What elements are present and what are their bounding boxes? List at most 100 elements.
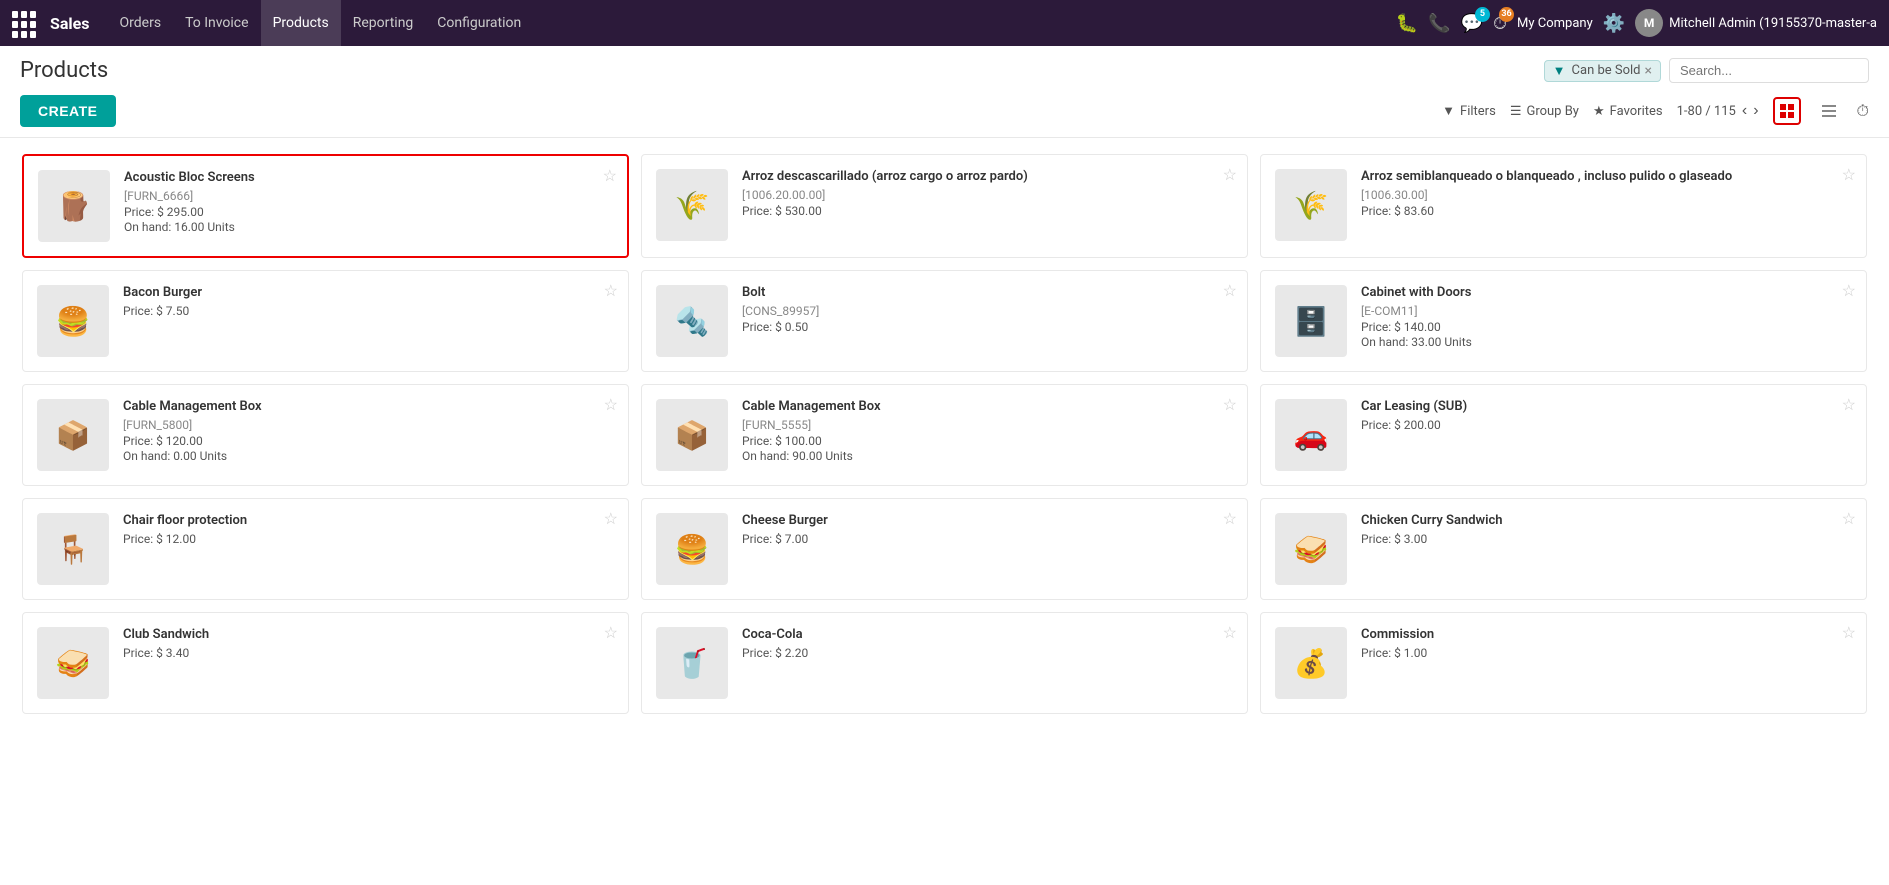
user-menu[interactable]: M Mitchell Admin (19155370-master-a	[1635, 9, 1877, 37]
filters-button[interactable]: ▼ Filters	[1442, 103, 1496, 119]
product-info: Arroz descascarillado (arroz cargo o arr…	[742, 169, 1233, 219]
create-button[interactable]: CREATE	[20, 95, 116, 127]
groupby-label: Group By	[1526, 104, 1579, 119]
groupby-button[interactable]: ☰ Group By	[1510, 104, 1579, 119]
favorite-star-button[interactable]: ☆	[1842, 623, 1856, 642]
product-price: Price: $ 140.00	[1361, 320, 1852, 334]
product-code: [E-COM11]	[1361, 304, 1852, 318]
product-image: 🔩	[656, 285, 728, 357]
menu-item-to-invoice[interactable]: To Invoice	[173, 0, 261, 46]
product-name: Car Leasing (SUB)	[1361, 399, 1852, 416]
filter-tag-close[interactable]: ×	[1645, 63, 1652, 79]
bug-icon[interactable]: 🐛	[1396, 13, 1418, 34]
menu-item-orders[interactable]: Orders	[108, 0, 174, 46]
favorite-star-button[interactable]: ☆	[1842, 165, 1856, 184]
product-price: Price: $ 530.00	[742, 204, 1233, 218]
list-view-icon	[1821, 103, 1837, 119]
topnav-right-section: 🐛 📞 💬 5 ⏱ 36 My Company ⚙️ M Mitchell Ad…	[1396, 9, 1877, 37]
favorite-star-button[interactable]: ☆	[604, 623, 618, 642]
product-price: Price: $ 7.50	[123, 304, 614, 318]
favorite-star-button[interactable]: ☆	[1223, 623, 1237, 642]
product-card[interactable]: 🪑Chair floor protectionPrice: $ 12.00☆	[22, 498, 629, 600]
toolbar-right: ▼ Filters ☰ Group By ★ Favorites 1-80 / …	[1442, 97, 1869, 125]
favorite-star-button[interactable]: ☆	[603, 166, 617, 185]
products-grid: 🪵Acoustic Bloc Screens[FURN_6666]Price: …	[0, 138, 1889, 730]
product-card[interactable]: 💰CommissionPrice: $ 1.00☆	[1260, 612, 1867, 714]
product-image: 🪵	[38, 170, 110, 242]
product-code: [FURN_6666]	[124, 189, 613, 203]
product-card[interactable]: 🪵Acoustic Bloc Screens[FURN_6666]Price: …	[22, 154, 629, 258]
product-name: Chair floor protection	[123, 513, 614, 530]
brand-label[interactable]: Sales	[44, 14, 96, 33]
kanban-view-icon	[1779, 103, 1795, 119]
product-card[interactable]: 🥪Club SandwichPrice: $ 3.40☆	[22, 612, 629, 714]
favorite-star-button[interactable]: ☆	[604, 281, 618, 300]
company-name[interactable]: My Company	[1517, 16, 1593, 31]
product-name: Club Sandwich	[123, 627, 614, 644]
favorite-star-button[interactable]: ☆	[1223, 395, 1237, 414]
next-page-button[interactable]: ›	[1753, 102, 1758, 120]
pagination-info: 1-80 / 115 ‹ ›	[1677, 102, 1759, 120]
favorite-star-button[interactable]: ☆	[1842, 509, 1856, 528]
product-onhand: On hand: 16.00 Units	[124, 220, 613, 234]
groupby-icon: ☰	[1510, 104, 1522, 119]
product-card[interactable]: 🔩Bolt[CONS_89957]Price: $ 0.50☆	[641, 270, 1248, 372]
product-info: Chair floor protectionPrice: $ 12.00	[123, 513, 614, 547]
product-card[interactable]: 📦Cable Management Box[FURN_5555]Price: $…	[641, 384, 1248, 486]
product-card[interactable]: 🌾Arroz descascarillado (arroz cargo o ar…	[641, 154, 1248, 258]
favorite-star-button[interactable]: ☆	[1842, 281, 1856, 300]
product-name: Bacon Burger	[123, 285, 614, 302]
menu-item-products[interactable]: Products	[261, 0, 341, 46]
product-image: 📦	[656, 399, 728, 471]
product-info: Coca-ColaPrice: $ 2.20	[742, 627, 1233, 661]
product-info: Cheese BurgerPrice: $ 7.00	[742, 513, 1233, 547]
product-code: [CONS_89957]	[742, 304, 1233, 318]
product-card[interactable]: 🚗Car Leasing (SUB)Price: $ 200.00☆	[1260, 384, 1867, 486]
product-price: Price: $ 7.00	[742, 532, 1233, 546]
product-card[interactable]: 🥤 Coca-ColaPrice: $ 2.20☆	[641, 612, 1248, 714]
favorite-star-button[interactable]: ☆	[1223, 281, 1237, 300]
main-page: Products ▼ Can be Sold × CREATE ▼ Filter…	[0, 46, 1889, 885]
product-card[interactable]: 📦Cable Management Box[FURN_5800]Price: $…	[22, 384, 629, 486]
product-image: 🍔	[37, 285, 109, 357]
product-image: 🚗	[1275, 399, 1347, 471]
product-card[interactable]: 🗄️Cabinet with Doors[E-COM11]Price: $ 14…	[1260, 270, 1867, 372]
favorite-star-button[interactable]: ☆	[604, 395, 618, 414]
kanban-view-button[interactable]	[1773, 97, 1801, 125]
user-name: Mitchell Admin (19155370-master-a	[1669, 16, 1877, 31]
product-info: Bolt[CONS_89957]Price: $ 0.50	[742, 285, 1233, 335]
product-image: 🥪	[37, 627, 109, 699]
apps-menu-icon[interactable]	[12, 11, 36, 35]
product-info: Cabinet with Doors[E-COM11]Price: $ 140.…	[1361, 285, 1852, 349]
menu-item-reporting[interactable]: Reporting	[341, 0, 426, 46]
favorite-star-button[interactable]: ☆	[1842, 395, 1856, 414]
favorite-star-button[interactable]: ☆	[1223, 165, 1237, 184]
chat-icon[interactable]: 💬 5	[1461, 13, 1483, 34]
avatar: M	[1635, 9, 1663, 37]
favorite-star-button[interactable]: ☆	[1223, 509, 1237, 528]
top-navigation: Sales Orders To Invoice Products Reporti…	[0, 0, 1889, 46]
phone-icon[interactable]: 📞	[1428, 13, 1450, 34]
prev-page-button[interactable]: ‹	[1742, 102, 1747, 120]
favorites-button[interactable]: ★ Favorites	[1593, 104, 1663, 119]
filter-tag-can-be-sold[interactable]: ▼ Can be Sold ×	[1544, 60, 1661, 82]
product-price: Price: $ 3.00	[1361, 532, 1852, 546]
favorite-star-button[interactable]: ☆	[604, 509, 618, 528]
product-name: Chicken Curry Sandwich	[1361, 513, 1852, 530]
product-price: Price: $ 120.00	[123, 434, 614, 448]
product-card[interactable]: 🌾Arroz semiblanqueado o blanqueado , inc…	[1260, 154, 1867, 258]
menu-item-configuration[interactable]: Configuration	[425, 0, 533, 46]
settings-dots-icon[interactable]: ⏱	[1857, 101, 1869, 121]
product-image: 🥤	[656, 627, 728, 699]
settings-icon[interactable]: ⚙️	[1603, 13, 1625, 34]
list-view-button[interactable]	[1815, 97, 1843, 125]
product-card[interactable]: 🍔 Bacon Burger Price: $ 7.50 ☆	[22, 270, 629, 372]
product-name: Cable Management Box	[123, 399, 614, 416]
clock-icon[interactable]: ⏱ 36	[1493, 13, 1507, 34]
product-code: [FURN_5555]	[742, 418, 1233, 432]
product-card[interactable]: 🥪Chicken Curry SandwichPrice: $ 3.00☆	[1260, 498, 1867, 600]
clock-badge: 36	[1499, 7, 1514, 22]
search-input[interactable]	[1669, 58, 1869, 83]
product-name: Bolt	[742, 285, 1233, 302]
product-card[interactable]: 🍔Cheese BurgerPrice: $ 7.00☆	[641, 498, 1248, 600]
